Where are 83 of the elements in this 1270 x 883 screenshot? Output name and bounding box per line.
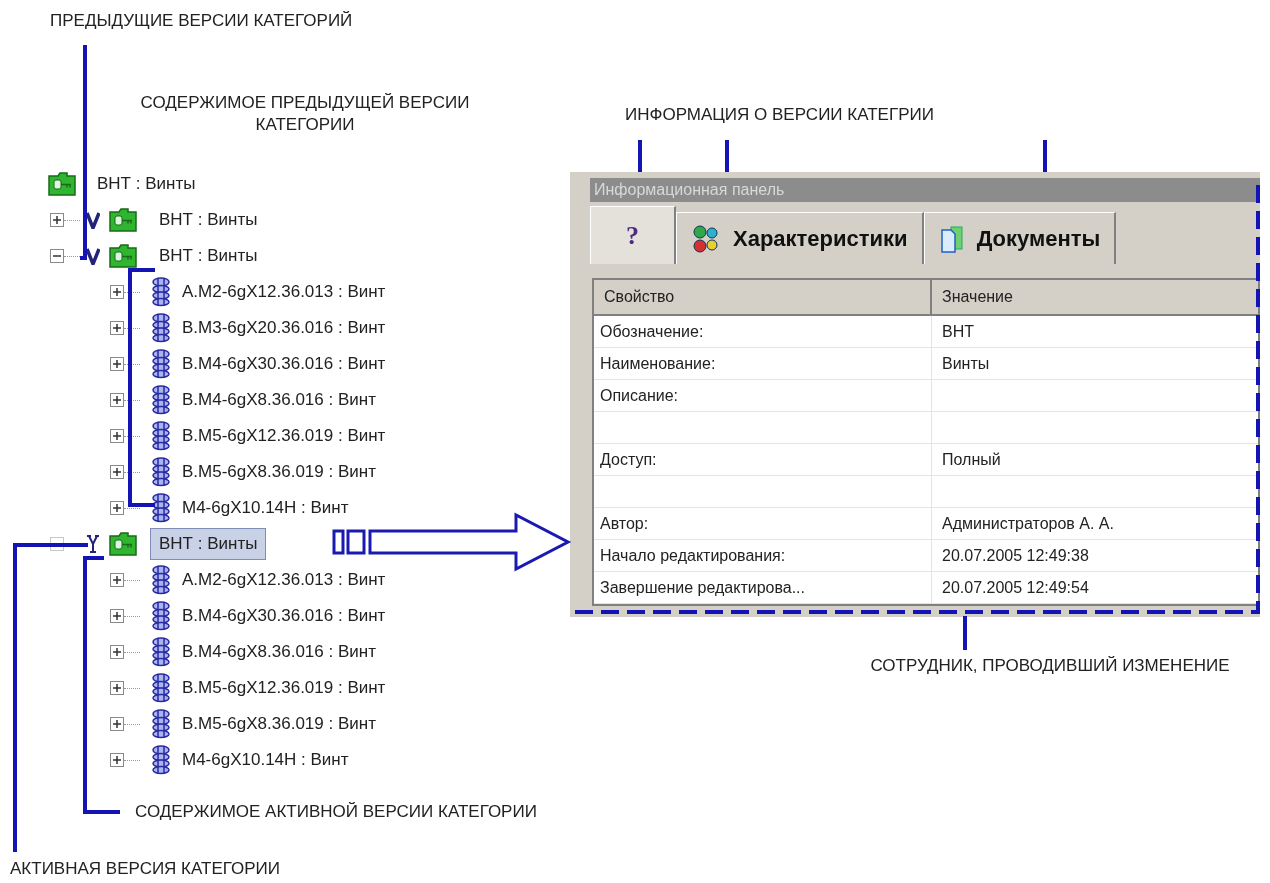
folder-icon	[47, 171, 77, 197]
tree-item[interactable]: ВНТ : Винты	[97, 171, 196, 197]
colored-balls-icon	[691, 223, 721, 254]
table-cell-text: ВНТ	[941, 321, 975, 342]
folder-icon	[108, 531, 138, 557]
tab[interactable]: Документы	[923, 212, 1117, 264]
screw-icon	[150, 745, 172, 775]
table-cell: Завершение редактирова...	[594, 572, 932, 603]
expand-toggle[interactable]	[110, 681, 124, 695]
table-cell: Начало редактирования:	[594, 540, 932, 571]
active-version-icon	[86, 534, 100, 554]
annotation-label: СОДЕРЖИМОЕ АКТИВНОЙ ВЕРСИИ КАТЕГОРИИ	[135, 801, 537, 823]
leader-line	[963, 616, 967, 650]
expand-toggle[interactable]	[110, 717, 124, 731]
table-cell: Доступ:	[594, 444, 932, 475]
tab[interactable]: Характеристики	[676, 212, 924, 264]
folder-icon	[108, 243, 138, 269]
screw-icon	[150, 457, 172, 487]
tree-item[interactable]: В.М5-6gX12.36.019 : Винт	[182, 423, 386, 449]
expand-toggle[interactable]	[110, 753, 124, 767]
tree-item[interactable]: В.М3-6gX20.36.016 : Винт	[182, 315, 386, 341]
version-icon	[86, 247, 100, 265]
version-icon	[86, 211, 100, 229]
screw-icon	[150, 313, 172, 343]
tree-item[interactable]: В.М5-6gX8.36.019 : Винт	[182, 459, 376, 485]
screw-icon	[150, 673, 172, 703]
tree-item[interactable]: А.М2-6gX12.36.013 : Винт	[182, 279, 386, 305]
table-cell: Обозначение:	[594, 316, 932, 347]
screw-icon	[150, 601, 172, 631]
table-cell-text: 20.07.2005 12:49:54	[941, 577, 1090, 598]
screw-icon	[150, 277, 172, 307]
collapse-toggle[interactable]	[50, 249, 64, 263]
tree-item[interactable]: В.М4-6gX30.36.016 : Винт	[182, 351, 386, 377]
folder-icon	[108, 207, 138, 233]
expand-toggle[interactable]	[50, 213, 64, 227]
tree-item[interactable]: ВНТ : Винты	[150, 528, 267, 560]
table-cell: Автор:	[594, 508, 932, 539]
tree-item[interactable]: В.М5-6gX12.36.019 : Винт	[182, 675, 386, 701]
tree-item[interactable]: ВНТ : Винты	[150, 204, 267, 236]
annotation-label: ИНФОРМАЦИЯ О ВЕРСИИ КАТЕГРИИ	[625, 104, 934, 126]
tree-item[interactable]: М4-6gX10.14Н : Винт	[182, 747, 349, 773]
screw-icon	[150, 493, 172, 523]
annotation-label: ПРЕДЫДУЩИЕ ВЕРСИИ КАТЕГОРИЙ	[50, 10, 353, 32]
leader-line	[725, 140, 729, 172]
tree-item[interactable]: В.М4-6gX8.36.016 : Винт	[182, 639, 376, 665]
tab[interactable]: ?	[590, 206, 676, 264]
tree-item[interactable]: В.М5-6gX8.36.019 : Винт	[182, 711, 376, 737]
table-cell-text: 20.07.2005 12:49:38	[941, 545, 1090, 566]
expand-toggle[interactable]	[110, 609, 124, 623]
screw-icon	[150, 709, 172, 739]
screw-icon	[150, 385, 172, 415]
expand-toggle[interactable]	[110, 645, 124, 659]
expand-toggle[interactable]	[110, 357, 124, 371]
tree-item[interactable]: ВНТ : Винты	[150, 240, 267, 272]
tree-item[interactable]: М4-6gX10.14Н : Винт	[182, 495, 349, 521]
expand-toggle[interactable]	[110, 393, 124, 407]
annotation-label: СОТРУДНИК, ПРОВОДИВШИЙ ИЗМЕНЕНИЕ	[869, 655, 1231, 677]
tree-item[interactable]: В.М4-6gX30.36.016 : Винт	[182, 603, 386, 629]
table-cell-text: Полный	[941, 449, 1002, 470]
table-cell-text: Винты	[941, 353, 991, 374]
screw-icon	[150, 421, 172, 451]
screw-icon	[150, 349, 172, 379]
leader-line	[638, 140, 642, 172]
expand-toggle[interactable]	[110, 573, 124, 587]
expand-toggle[interactable]	[110, 285, 124, 299]
table-cell: Описание:	[594, 380, 932, 411]
screw-icon	[150, 637, 172, 667]
table-cell-text: Администраторов А. А.	[941, 513, 1115, 534]
expand-toggle[interactable]	[110, 321, 124, 335]
panel-title: Информационная панель	[590, 178, 1260, 202]
table-cell: Наименование:	[594, 348, 932, 379]
tree-item[interactable]: В.М4-6gX8.36.016 : Винт	[182, 387, 376, 413]
tree-item[interactable]: А.М2-6gX12.36.013 : Винт	[182, 567, 386, 593]
annotation-label: АКТИВНАЯ ВЕРСИЯ КАТЕГОРИИ	[10, 858, 280, 880]
expand-toggle[interactable]	[110, 501, 124, 515]
screw-icon	[150, 565, 172, 595]
expand-toggle[interactable]	[110, 429, 124, 443]
column-header[interactable]: Значение	[932, 280, 1258, 314]
document-icon	[938, 223, 965, 254]
expand-toggle[interactable]	[110, 465, 124, 479]
annotation-label: СОДЕРЖИМОЕ ПРЕДЫДУЩЕЙ ВЕРСИИ КАТЕГОРИИ	[139, 92, 471, 136]
column-header[interactable]: Свойство	[594, 280, 932, 314]
leader-line	[1043, 140, 1047, 172]
